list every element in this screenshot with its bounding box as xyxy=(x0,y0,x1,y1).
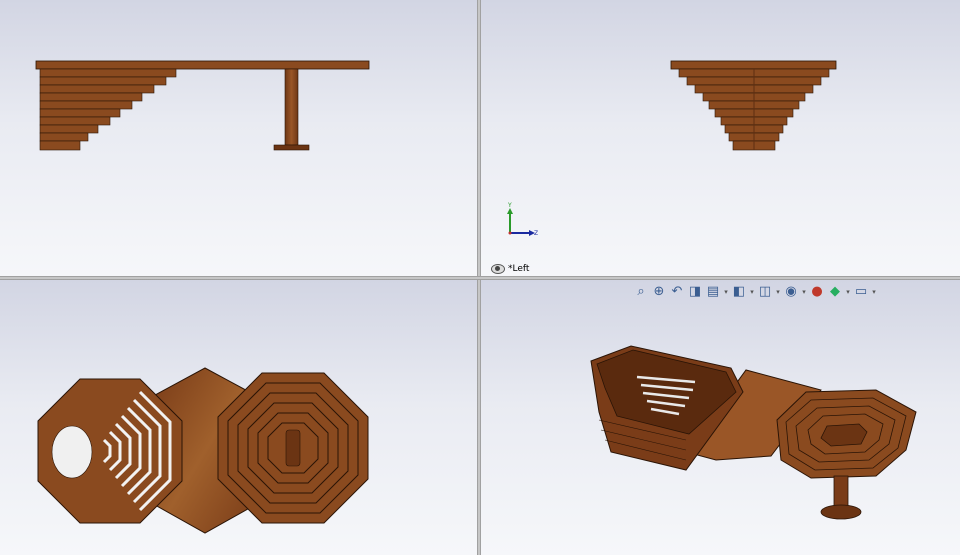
viewport-front[interactable] xyxy=(0,0,477,276)
view-name-label: *Left xyxy=(491,264,529,274)
front-elevation-model[interactable] xyxy=(0,0,477,276)
axis-triad xyxy=(507,208,535,236)
viewport-left[interactable]: Y Z *Left xyxy=(481,0,960,276)
viewport-isometric[interactable]: ⌕ ⊕ ↶ ◨ ▤ ▾ ◧ ▾ ◫ ▾ ◉ ▾ ● ◆ ▾ ▭ ▾ xyxy=(481,280,960,555)
isometric-model[interactable] xyxy=(481,280,960,555)
triad-z-label: Z xyxy=(534,230,538,237)
viewport-top[interactable] xyxy=(0,280,477,555)
view-eye-icon xyxy=(491,264,505,274)
triad-y-label: Y xyxy=(507,202,512,209)
view-name: *Left xyxy=(508,264,530,274)
left-elevation-model[interactable]: Y Z xyxy=(481,0,960,276)
horizontal-viewport-splitter[interactable] xyxy=(0,276,960,280)
top-view-model[interactable] xyxy=(0,280,477,555)
